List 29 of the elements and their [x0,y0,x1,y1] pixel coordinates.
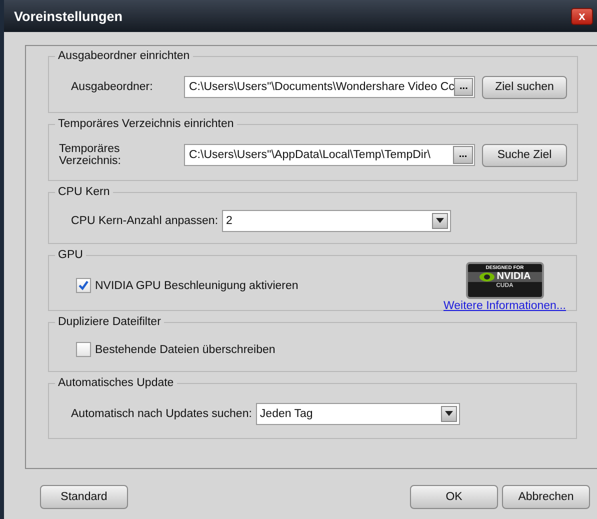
checkbox-label: NVIDIA GPU Beschleunigung aktivieren [95,280,300,292]
checkbox[interactable] [76,278,91,293]
checkbox[interactable] [76,342,91,357]
dropdown[interactable]: 2 [222,210,452,232]
window-title: Voreinstellungen [14,8,123,24]
group-title: GPU [57,249,84,261]
group-title: Dupliziere Dateifilter [57,316,162,328]
more-info-link[interactable]: Weitere Informationen... [443,300,566,312]
field-label: CPU Kern-Anzahl anpassen: [71,214,218,226]
checkbox-label: Bestehende Dateien überschreiben [95,344,276,356]
group-title: CPU Kern [57,186,111,198]
cancel-button[interactable]: Abbrechen [502,485,590,509]
close-button[interactable]: x [571,8,593,24]
ok-button[interactable]: OK [410,485,498,509]
field-label: Automatisch nach Updates suchen: [71,408,252,420]
group-title: Ausgabeordner einrichten [57,50,191,62]
default-button[interactable]: Standard [40,485,128,509]
field-label: Ausgabeordner: [70,81,154,93]
browse-button[interactable]: ... [454,78,473,96]
dropdown[interactable]: Jeden Tag [256,402,460,424]
path-field[interactable]: C:\Users\Users''\AppData\Local\Temp\TempDir\ ... [184,144,475,166]
path-field[interactable]: C:\Users\Users''\Documents\Wondershare Video Cc ... [184,76,475,98]
group-title: Automatisches Update [57,377,175,389]
group-title: Temporäres Verzeichnis einrichten [57,118,235,130]
browse-button[interactable]: ... [453,146,473,164]
eye-icon [478,272,495,282]
browse-folder-button[interactable]: Suche Ziel [482,144,567,166]
field-label: Temporäres Verzeichnis: [59,143,122,167]
browse-folder-button[interactable]: Ziel suchen [482,76,567,98]
